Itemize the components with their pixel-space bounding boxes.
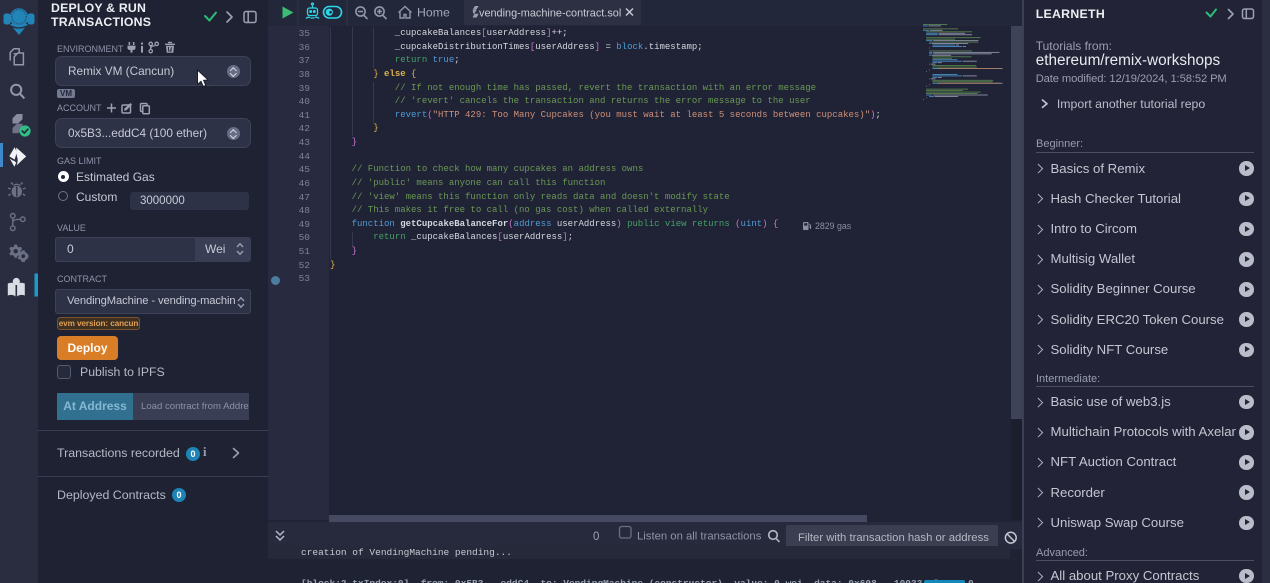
svg-text:vending-machine-contract.sol: vending-machine-contract.sol [479,8,621,20]
svg-text:0: 0 [593,531,599,543]
svg-text:Filter with transaction hash o: Filter with transaction hash or address [798,532,989,544]
svg-text:Listen on all transactions: Listen on all transactions [637,531,762,543]
svg-text:Home: Home [417,6,450,20]
